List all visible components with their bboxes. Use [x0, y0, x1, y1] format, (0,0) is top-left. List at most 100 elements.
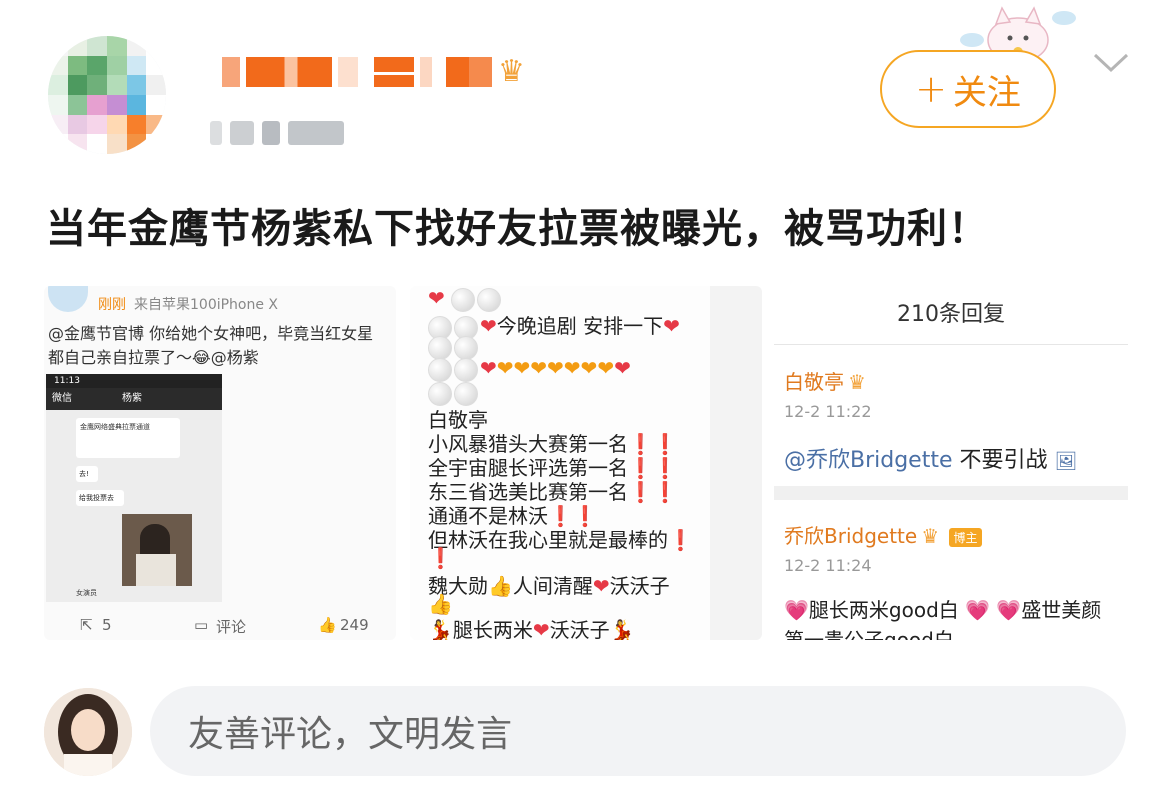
name-mosaic-3 — [338, 57, 358, 87]
name-mosaic-4 — [374, 57, 414, 87]
comment-icon[interactable]: ▭ — [194, 616, 208, 634]
repost-count: 5 — [102, 616, 112, 634]
img1-text-line1: @金鹰节官博 你给她个女神吧，毕竟当红女星 — [48, 320, 373, 344]
post-image-3[interactable]: 210条回复 白敬亭 ♛ 12-2 11:22 @乔欣Bridgette 不要引战… — [774, 286, 1128, 640]
img1-chat-msg2: 去! — [79, 470, 89, 478]
heart-icon: ❤ — [480, 314, 497, 338]
thumbs-up-icon: 👍 — [488, 574, 513, 598]
img3-c2-text-3: 第一贵公子good白 — [784, 628, 954, 640]
img1-phone-screenshot: 11:13 微信 杨紫 金鹰网络盛典拉票通道 去! 给我投票去 女演员 — [46, 374, 222, 602]
heart-icon: ❤ — [592, 574, 610, 598]
exclamation-icon: ❗ — [668, 528, 693, 552]
exclamation-icon: ❗ — [428, 546, 453, 570]
author-avatar[interactable] — [48, 36, 166, 154]
img2-line5: 但林沃在我心里就是最棒的❗ — [428, 524, 693, 553]
img3-c2-body-2: 盛世美颜 — [1021, 598, 1102, 622]
subtitle-mosaic-3 — [262, 121, 280, 145]
img2-row-balls-2 — [428, 380, 480, 406]
repost-icon[interactable]: ⇱ — [80, 616, 93, 634]
comment-input[interactable]: 友善评论，文明发言 — [150, 686, 1126, 776]
current-user-avatar[interactable] — [44, 688, 132, 776]
name-mosaic-6 — [446, 57, 492, 87]
post-image-2[interactable]: ❤ ❤今晚追剧 安排一下❤ ❤❤❤❤❤❤❤❤❤ 白敬亭 小风暴猎头大赛第一名❗❗… — [410, 286, 762, 640]
pink-heart-icon: 💗 💗 — [958, 598, 1022, 622]
img3-c1-mention[interactable]: @乔欣Bridgette — [784, 448, 953, 473]
subtitle-mosaic-2 — [230, 121, 254, 145]
img3-c2-body: 腿长两米good白 — [808, 598, 959, 622]
img1-chat-msg4: 女演员 — [76, 589, 97, 597]
plus-icon: + — [915, 67, 947, 111]
dancer-icon: 💃 — [609, 618, 635, 640]
ball-icon — [477, 287, 502, 312]
subtitle-mosaic-1 — [210, 121, 222, 145]
img1-text-line2: 都自己亲自拉票了～😂@杨紫 — [48, 348, 259, 367]
img1-avatar — [48, 286, 88, 312]
orange-heart-icon: ❤❤❤❤❤❤❤ — [496, 356, 615, 380]
like-icon[interactable]: 👍 — [318, 616, 337, 634]
image-link-icon[interactable]: 🖼 — [1055, 451, 1078, 472]
ball-icon — [454, 357, 478, 382]
ball-icon — [454, 381, 478, 406]
img1-chat-bubble-2: 去! — [76, 466, 98, 482]
img2-line7: 💃腿长两米❤沃沃子💃 — [428, 614, 635, 640]
author-name[interactable]: ♛ — [222, 52, 525, 92]
author-subtitle — [210, 116, 344, 150]
img1-chat-bubble-1: 金鹰网络盛典拉票通道 — [76, 418, 180, 458]
img2-line6b-text: 人间清醒 — [512, 574, 593, 598]
img2-line5-text: 但林沃在我心里就是最棒的 — [428, 528, 668, 552]
img3-c1-user-text: 白敬亭 — [784, 370, 844, 394]
img3-c2-user-text: 乔欣Bridgette — [784, 524, 918, 548]
img2-line-a-text: 今晚追剧 安排一下 — [496, 314, 664, 338]
img3-c1-body: 不要引战 — [959, 448, 1048, 473]
follow-label: 关注 — [952, 72, 1021, 113]
heart-icon: ❤ — [428, 286, 445, 310]
img3-c1-user: 白敬亭 ♛ — [784, 366, 866, 395]
img3-replies-header: 210条回复 — [897, 302, 1005, 327]
img3-divider-1 — [774, 344, 1128, 345]
name-mosaic-2 — [246, 57, 332, 87]
img1-chat-msg1: 金鹰网络盛典拉票通道 — [80, 423, 150, 431]
post-title: 当年金鹰节杨紫私下找好友拉票被曝光，被骂功利！ — [46, 206, 989, 252]
pink-heart-icon: 💗 — [784, 598, 809, 622]
img1-chat-bubble-3: 给我投票去 — [76, 490, 124, 506]
img2-row-top: ❤ — [428, 286, 503, 312]
img2-line7b-text: 沃沃子 — [549, 618, 610, 640]
img1-action-bar: ⇱ 5 ▭ 评论 👍 249 — [44, 616, 396, 640]
img3-c2-badge: 博主 — [949, 528, 982, 547]
thumbs-up-icon: 👍 — [428, 592, 453, 616]
img1-chat-msg3: 给我投票去 — [79, 494, 114, 502]
img3-c1-text: @乔欣Bridgette 不要引战 🖼 — [784, 442, 1077, 474]
heart-icon: ❤ — [532, 618, 550, 640]
img2-line5b: ❗ — [428, 546, 453, 570]
img1-chat-back: 微信 — [52, 393, 72, 404]
img1-time: 刚刚 — [98, 297, 126, 313]
img3-separator — [774, 486, 1128, 500]
user-portrait-icon — [44, 688, 132, 776]
img1-phone-status-bar: 11:13 — [46, 374, 222, 388]
crown-icon: ♛ — [498, 54, 525, 89]
avatar-mosaic — [48, 36, 166, 154]
crown-icon: ♛ — [848, 370, 866, 394]
img1-text-line1-value: @金鹰节官博 你给她个女神吧，毕竟当红女星 — [48, 324, 374, 343]
crown-icon: ♛ — [921, 524, 940, 548]
img1-chat-photo-shirt — [136, 554, 176, 586]
img2-line7-text: 腿长两米 — [452, 618, 533, 640]
img2-scrollbar — [710, 286, 762, 640]
img2-line6c-text: 沃沃子 — [609, 574, 670, 598]
img2-row-hearts: ❤❤❤❤❤❤❤❤❤ — [428, 356, 631, 382]
name-mosaic-1 — [222, 57, 240, 87]
heart-icon: ❤ — [480, 356, 497, 380]
img1-phone-time: 11:13 — [54, 376, 80, 386]
chevron-down-icon[interactable] — [1092, 50, 1130, 76]
heart-icon: ❤ — [663, 314, 680, 338]
img2-line6d: 👍 — [428, 592, 453, 616]
img3-c2-user: 乔欣Bridgette ♛ 博主 — [784, 520, 982, 549]
like-count: 249 — [340, 616, 369, 634]
exclamation-icon: ❗❗ — [628, 480, 678, 504]
follow-button[interactable]: + 关注 — [880, 50, 1056, 128]
post-image-1[interactable]: 刚刚 来自苹果100iPhone X @金鹰节官博 你给她个女神吧，毕竟当红女星… — [44, 286, 396, 640]
ball-icon — [428, 357, 452, 382]
img3-c1-time: 12-2 11:22 — [784, 402, 872, 421]
name-mosaic-5 — [420, 57, 432, 87]
img2-line6: 魏大勋👍人间清醒❤沃沃子 — [428, 570, 670, 599]
